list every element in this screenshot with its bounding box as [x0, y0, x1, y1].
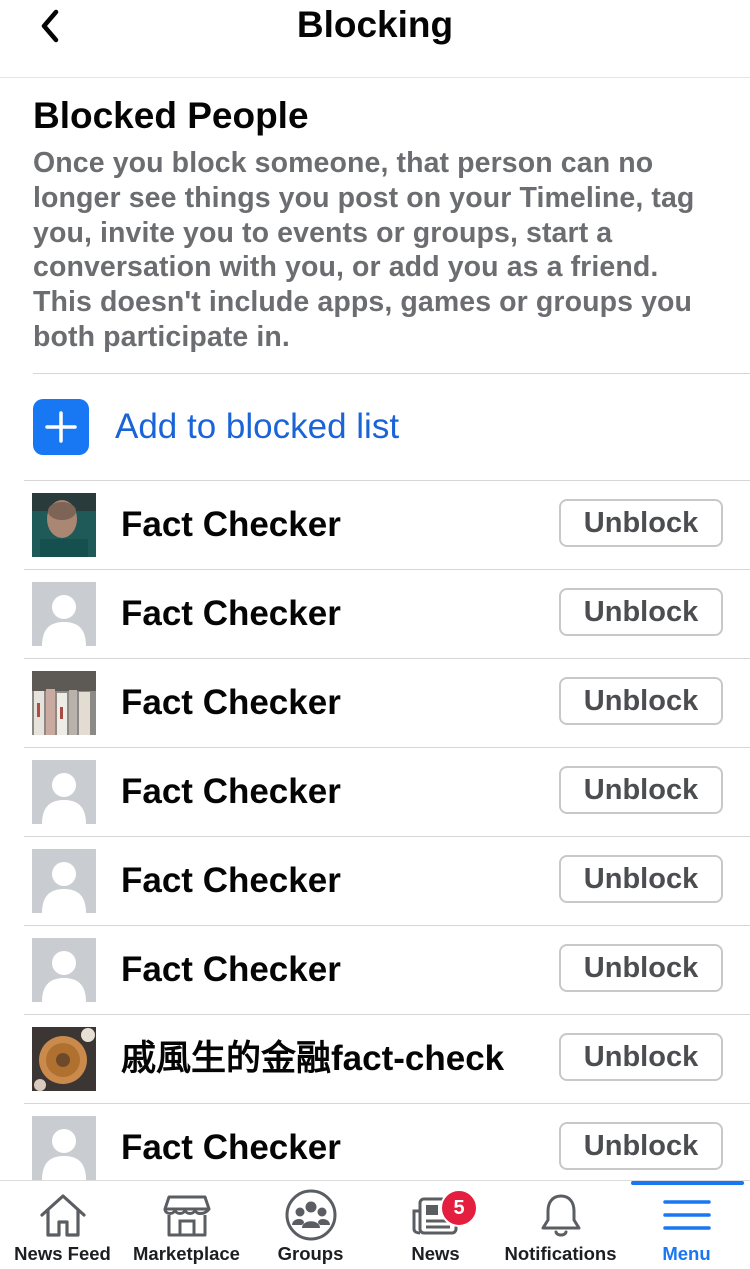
tab-groups[interactable]: Groups: [248, 1181, 373, 1269]
avatar: [32, 760, 96, 824]
tab-label: Notifications: [504, 1243, 617, 1264]
section-description: Once you block someone, that person can …: [33, 147, 695, 353]
avatar: [32, 938, 96, 1002]
blocked-person-name: Fact Checker: [121, 861, 341, 900]
avatar: [32, 1027, 96, 1091]
menu-icon: [659, 1189, 715, 1241]
unblock-button[interactable]: Unblock: [559, 1122, 723, 1170]
blocked-person-name: Fact Checker: [121, 594, 341, 633]
tab-news[interactable]: News: [373, 1181, 498, 1269]
blocked-person-row: Fact Checker Unblock: [24, 659, 750, 748]
section-heading: Blocked People: [33, 95, 309, 136]
blocked-person-row: Fact Checker Unblock: [24, 481, 750, 570]
top-bar: Blocking: [0, 0, 750, 78]
blocked-person-row: Fact Checker Unblock: [24, 837, 750, 926]
tab-label: Menu: [662, 1243, 711, 1264]
groups-icon: [283, 1189, 339, 1241]
tab-marketplace[interactable]: Marketplace: [124, 1181, 249, 1269]
avatar: [32, 1116, 96, 1180]
unblock-button[interactable]: Unblock: [559, 588, 723, 636]
bell-icon: [533, 1189, 589, 1241]
tab-notifications[interactable]: Notifications: [498, 1181, 623, 1269]
blocked-person-row: Fact Checker Unblock: [24, 748, 750, 837]
unblock-button[interactable]: Unblock: [559, 1033, 723, 1081]
blocked-person-name: 戚風生的金融fact-check: [121, 1039, 505, 1078]
blocked-person-row: 戚風生的金融fact-check Unblock: [24, 1015, 750, 1104]
blocked-person-name: Fact Checker: [121, 683, 341, 722]
unblock-button[interactable]: Unblock: [559, 499, 723, 547]
divider: [33, 373, 750, 374]
blocked-list: Fact Checker Unblock Fact Checker Unbloc…: [0, 481, 750, 1193]
avatar: [32, 493, 96, 557]
tab-news-feed[interactable]: News Feed: [0, 1181, 125, 1269]
shop-icon: [159, 1189, 215, 1241]
tab-label: News: [411, 1243, 460, 1264]
add-to-blocked-list-label: Add to blocked list: [115, 407, 400, 446]
blocked-person-row: Fact Checker Unblock: [24, 570, 750, 659]
blocked-person-name: Fact Checker: [121, 505, 341, 544]
tab-menu[interactable]: Menu: [624, 1181, 749, 1269]
blocked-person-row: Fact Checker Unblock: [24, 926, 750, 1015]
unblock-button[interactable]: Unblock: [559, 855, 723, 903]
tab-label: Groups: [277, 1243, 344, 1264]
home-icon: [35, 1189, 91, 1241]
avatar: [32, 849, 96, 913]
bottom-tab-bar: News Feed Marketplace Groups News Notifi…: [0, 1180, 750, 1268]
page-title: Blocking: [296, 4, 454, 45]
unblock-button[interactable]: Unblock: [559, 677, 723, 725]
plus-icon: [33, 399, 89, 455]
blocked-person-name: Fact Checker: [121, 1128, 341, 1167]
unblock-button[interactable]: Unblock: [559, 944, 723, 992]
blocked-person-name: Fact Checker: [121, 772, 341, 811]
notification-badge: 5: [440, 1189, 478, 1227]
add-to-blocked-list-button[interactable]: Add to blocked list: [33, 398, 750, 456]
avatar: [32, 671, 96, 735]
blocked-person-name: Fact Checker: [121, 950, 341, 989]
active-tab-indicator: [631, 1181, 744, 1185]
avatar: [32, 582, 96, 646]
unblock-button[interactable]: Unblock: [559, 766, 723, 814]
